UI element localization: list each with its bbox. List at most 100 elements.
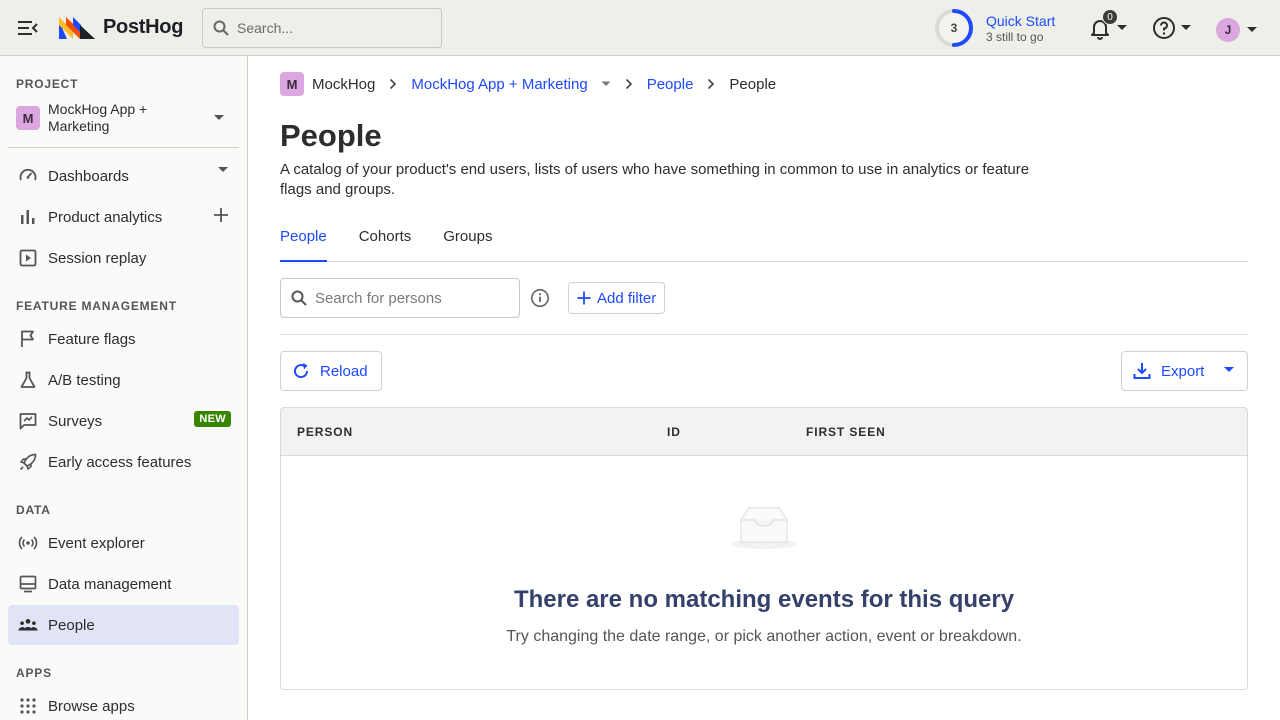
new-insight-button[interactable] <box>213 207 229 223</box>
breadcrumb-current: People <box>729 75 777 93</box>
top-bar: PostHog 3 Quick Start 3 still to go 0 J <box>0 0 1280 56</box>
grid-icon <box>18 696 38 716</box>
chevron-down-icon <box>1224 367 1234 372</box>
broadcast-icon <box>18 533 38 553</box>
add-filter-button[interactable]: Add filter <box>568 282 666 314</box>
reload-label: Reload <box>320 362 368 380</box>
empty-state: There are no matching events for this qu… <box>281 456 1247 689</box>
empty-state-subtitle: Try changing the date range, or pick ano… <box>506 628 1022 645</box>
sidebar-section-project: PROJECT <box>16 77 79 91</box>
sidebar-item-label: Browse apps <box>48 697 135 715</box>
quick-start-subtitle: 3 still to go <box>986 29 1044 44</box>
sidebar-section-apps: APPS <box>16 666 52 680</box>
person-search-box[interactable] <box>280 278 520 318</box>
sidebar-section-data: DATA <box>16 503 51 517</box>
sidebar-item-data-management[interactable]: Data management <box>8 564 239 604</box>
quick-start-progress-ring: 3 <box>934 8 974 48</box>
column-header-person[interactable]: PERSON <box>297 425 353 439</box>
chevron-down-icon <box>1247 27 1257 32</box>
brand-name: PostHog <box>103 16 184 38</box>
sidebar-item-dashboards[interactable]: Dashboards <box>8 156 239 196</box>
avatar: J <box>1216 18 1240 42</box>
sidebar-item-early-access-features[interactable]: Early access features <box>8 442 239 482</box>
global-search-box[interactable] <box>202 8 442 48</box>
reload-button[interactable]: Reload <box>280 351 382 391</box>
sidebar-item-product-analytics[interactable]: Product analytics <box>8 197 239 237</box>
empty-state-title: There are no matching events for this qu… <box>513 586 1015 613</box>
sidebar-item-label: Dashboards <box>48 167 129 185</box>
tab-bar: People Cohorts Groups <box>280 228 1248 262</box>
breadcrumb-org[interactable]: MockHog <box>312 76 375 93</box>
tab-cohorts[interactable]: Cohorts <box>359 228 412 248</box>
sidebar-item-feature-flags[interactable]: Feature flags <box>8 319 239 359</box>
sidebar-item-label: People <box>48 616 95 634</box>
info-icon[interactable] <box>530 288 550 308</box>
add-filter-label: Add filter <box>597 289 657 307</box>
chevron-down-icon <box>218 167 228 172</box>
filter-row: Add filter <box>280 278 666 318</box>
empty-inbox-icon <box>732 507 796 549</box>
notifications-button[interactable]: 0 <box>1088 9 1128 40</box>
quick-start-button[interactable]: 3 Quick Start 3 still to go <box>934 8 1055 48</box>
rocket-icon <box>18 452 38 472</box>
sidebar-item-browse-apps[interactable]: Browse apps <box>8 686 239 720</box>
help-button[interactable] <box>1152 16 1192 40</box>
menu-toggle-icon[interactable] <box>16 16 40 40</box>
chevron-down-icon[interactable] <box>601 81 611 87</box>
posthog-logo[interactable]: PostHog <box>59 16 183 39</box>
play-square-icon <box>18 248 38 268</box>
plus-icon <box>577 291 591 305</box>
export-button[interactable]: Export <box>1121 351 1248 391</box>
project-switcher[interactable]: M MockHog App + Marketing <box>8 98 239 138</box>
project-badge: M <box>16 106 40 130</box>
person-search-input[interactable] <box>315 289 505 307</box>
active-tab-indicator <box>280 260 327 262</box>
persons-table: PERSON ID FIRST SEEN There are no matchi… <box>280 407 1248 690</box>
chevron-down-icon <box>214 115 224 120</box>
sidebar-item-label: Event explorer <box>48 534 145 552</box>
sidebar-item-label: Early access features <box>48 453 192 471</box>
sidebar-item-label: Session replay <box>48 249 147 267</box>
flask-icon <box>18 370 38 390</box>
sidebar-item-session-replay[interactable]: Session replay <box>8 238 239 278</box>
divider <box>280 334 1248 335</box>
page-description: A catalog of your product's end users, l… <box>280 161 1030 198</box>
breadcrumb-section[interactable]: People <box>647 76 694 93</box>
tab-groups[interactable]: Groups <box>443 228 492 248</box>
reload-icon <box>294 363 309 379</box>
chevron-down-icon <box>1181 25 1191 30</box>
main-content: M MockHog MockHog App + Marketing People… <box>248 56 1280 720</box>
tab-people[interactable]: People <box>280 228 327 248</box>
org-badge: M <box>280 72 304 96</box>
help-circle-icon <box>1153 17 1175 39</box>
chevron-right-icon <box>625 78 633 90</box>
sidebar-item-people[interactable]: People <box>8 605 239 645</box>
column-header-first-seen[interactable]: FIRST SEEN <box>806 425 886 439</box>
dashboards-expand-button[interactable] <box>217 166 229 174</box>
bar-chart-icon <box>18 207 38 227</box>
chevron-right-icon <box>389 78 397 90</box>
sidebar-item-event-explorer[interactable]: Event explorer <box>8 523 239 563</box>
user-menu-button[interactable]: J <box>1216 18 1258 42</box>
quick-start-title: Quick Start <box>986 12 1056 29</box>
sidebar-divider <box>8 147 239 148</box>
table-header: PERSON ID FIRST SEEN <box>281 408 1247 456</box>
posthog-hedgehog-icon <box>59 16 95 39</box>
breadcrumb: M MockHog MockHog App + Marketing People… <box>280 72 776 96</box>
project-name: MockHog App + Marketing <box>48 101 148 134</box>
global-search-input[interactable] <box>237 20 427 36</box>
sidebar-section-feature-management: FEATURE MANAGEMENT <box>16 299 177 313</box>
breadcrumb-project[interactable]: MockHog App + Marketing <box>411 76 587 93</box>
sidebar-item-label: Product analytics <box>48 208 163 226</box>
column-header-id[interactable]: ID <box>667 425 681 439</box>
sidebar-item-surveys[interactable]: Surveys NEW <box>8 401 239 441</box>
flag-icon <box>18 329 38 349</box>
download-icon <box>1133 363 1151 379</box>
new-badge: NEW <box>194 411 231 427</box>
plus-icon <box>214 208 228 222</box>
search-icon <box>213 20 229 36</box>
sidebar-item-label: Surveys <box>48 412 103 430</box>
notification-count-badge: 0 <box>1102 9 1118 25</box>
search-icon <box>291 290 307 306</box>
sidebar-item-ab-testing[interactable]: A/B testing <box>8 360 239 400</box>
